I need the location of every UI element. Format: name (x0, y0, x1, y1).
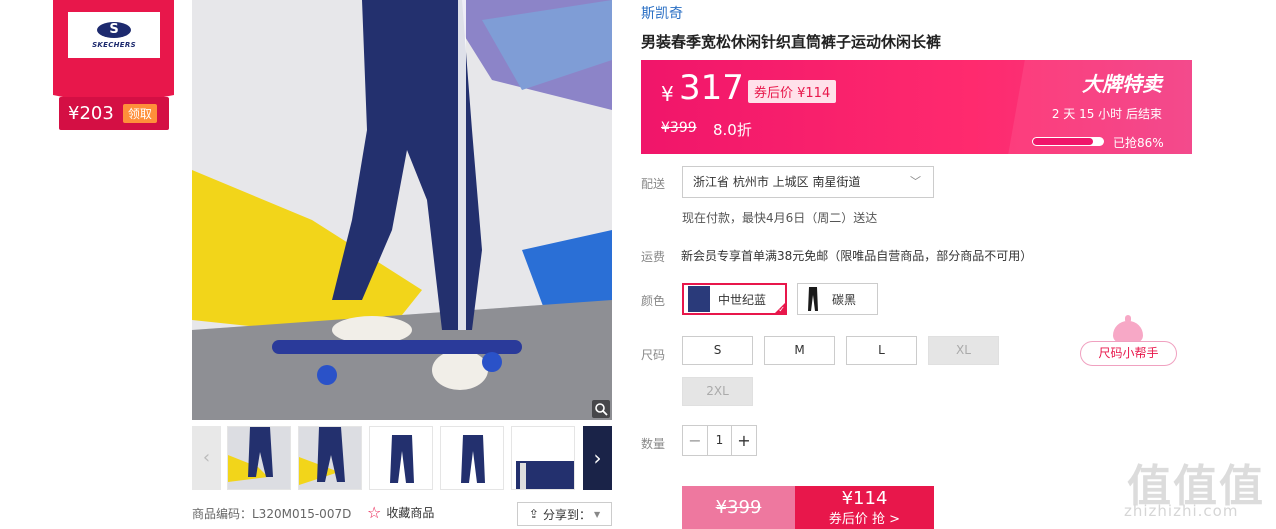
share-label: 分享到： (542, 507, 591, 522)
coupon-chip[interactable]: ¥203 领取 (59, 97, 169, 130)
product-page: S SKECHERS ¥203 领取 ‹ › 商品编码：L320M015-007… (0, 0, 1276, 529)
flash-sale-title: 大牌特卖 (1082, 72, 1162, 96)
buy-coupon-action: 券后价 抢 > (828, 512, 901, 527)
shipping-label: 运费 (641, 250, 666, 264)
address-value: 浙江省 杭州市 上城区 南星街道 (693, 175, 861, 189)
product-photo (192, 0, 612, 420)
product-title: 男装春季宽松休闲针织直筒裤子运动休闲长裤 (641, 33, 942, 51)
favorite-label: 收藏商品 (386, 506, 435, 520)
original-price: ¥399 (661, 120, 697, 136)
sold-progress-fill (1033, 138, 1094, 145)
brand-logo-text: SKECHERS (92, 40, 136, 49)
favorite-button[interactable]: ☆ 收藏商品 (367, 503, 434, 522)
chevron-down-icon: ﹀ (910, 175, 921, 188)
brand-link[interactable]: 斯凯奇 (641, 3, 683, 23)
color-swatch (802, 286, 824, 312)
after-coupon-badge[interactable]: 券后价 ¥114 (748, 80, 837, 103)
discount-rate: 8.0折 (713, 121, 752, 139)
color-option-label: 碳黑 (832, 292, 857, 307)
current-price: 317 (679, 68, 744, 108)
coupon-take-button[interactable]: 领取 (122, 104, 157, 123)
sold-percent: 已抢86% (1113, 136, 1164, 150)
color-label: 颜色 (641, 294, 666, 308)
quantity-label: 数量 (641, 437, 666, 451)
main-product-image[interactable] (192, 0, 612, 420)
countdown: 2 天 15 小时 后结束 (1051, 107, 1162, 121)
quantity-value[interactable]: 1 (707, 426, 732, 455)
caret-down-icon: ▼ (593, 509, 601, 519)
thumbnail-5[interactable] (511, 426, 575, 490)
currency-symbol: ¥ (661, 82, 674, 106)
helper-mascot-icon (1113, 315, 1143, 343)
increment-button[interactable]: + (732, 426, 756, 455)
shipping-note: 新会员专享首单满38元免邮（限唯品自营商品，部分商品不可用） (681, 249, 1033, 263)
check-icon: ✓ (778, 305, 785, 314)
skechers-s-logo-icon: S (97, 21, 131, 38)
size-option-m[interactable]: M (764, 336, 835, 365)
thumbnail-prev-button[interactable]: ‹ (192, 426, 221, 490)
address-select[interactable]: 浙江省 杭州市 上城区 南星街道 ﹀ (682, 166, 934, 198)
star-icon: ☆ (367, 503, 382, 522)
thumbnail-3[interactable] (369, 426, 433, 490)
quantity-stepper: − 1 + (682, 425, 757, 456)
sku-code: 商品编码：L320M015-007D (192, 507, 352, 521)
size-option-l[interactable]: L (846, 336, 917, 365)
size-option-xl: XL (928, 336, 999, 365)
color-option-selected[interactable]: 中世纪蓝 ✓ (682, 283, 787, 315)
delivery-note: 现在付款，最快4月6日（周二）送达 (682, 211, 878, 225)
size-option-s[interactable]: S (682, 336, 753, 365)
decrement-button[interactable]: − (683, 426, 707, 455)
thumbnail-1[interactable] (227, 426, 291, 490)
size-option-2xl: 2XL (682, 377, 753, 406)
thumbnail-next-button[interactable]: › (583, 426, 612, 490)
sold-progress-bar (1032, 137, 1104, 146)
delivery-label: 配送 (641, 177, 666, 191)
brand-logo: S SKECHERS (68, 12, 160, 58)
price-banner: ¥ 317 券后价 ¥114 ¥399 8.0折 大牌特卖 2 天 15 小时 … (641, 60, 1192, 154)
color-option[interactable]: 碳黑 (797, 283, 878, 315)
share-icon: ⇪ (528, 507, 539, 521)
buy-coupon-price: ¥114 (841, 488, 888, 509)
coupon-price: ¥203 (68, 103, 114, 124)
size-helper-button[interactable]: 尺码小帮手 (1080, 341, 1177, 366)
buy-with-coupon-button[interactable]: ¥114 券后价 抢 > (795, 486, 934, 529)
thumbnail-4[interactable] (440, 426, 504, 490)
thumbnail-2[interactable] (298, 426, 362, 490)
share-button[interactable]: ⇪ 分享到： ▼ (517, 502, 612, 526)
size-label: 尺码 (641, 348, 666, 362)
buy-original-price-button[interactable]: ¥399 (682, 486, 795, 529)
watermark-url: zhizhizhi.com (1124, 502, 1239, 520)
color-swatch (688, 286, 710, 312)
color-option-label: 中世纪蓝 (718, 292, 767, 307)
watermark-logo: 值值值 (1127, 461, 1265, 512)
brand-badge[interactable]: S SKECHERS (53, 0, 174, 107)
zoom-icon[interactable] (592, 400, 610, 418)
